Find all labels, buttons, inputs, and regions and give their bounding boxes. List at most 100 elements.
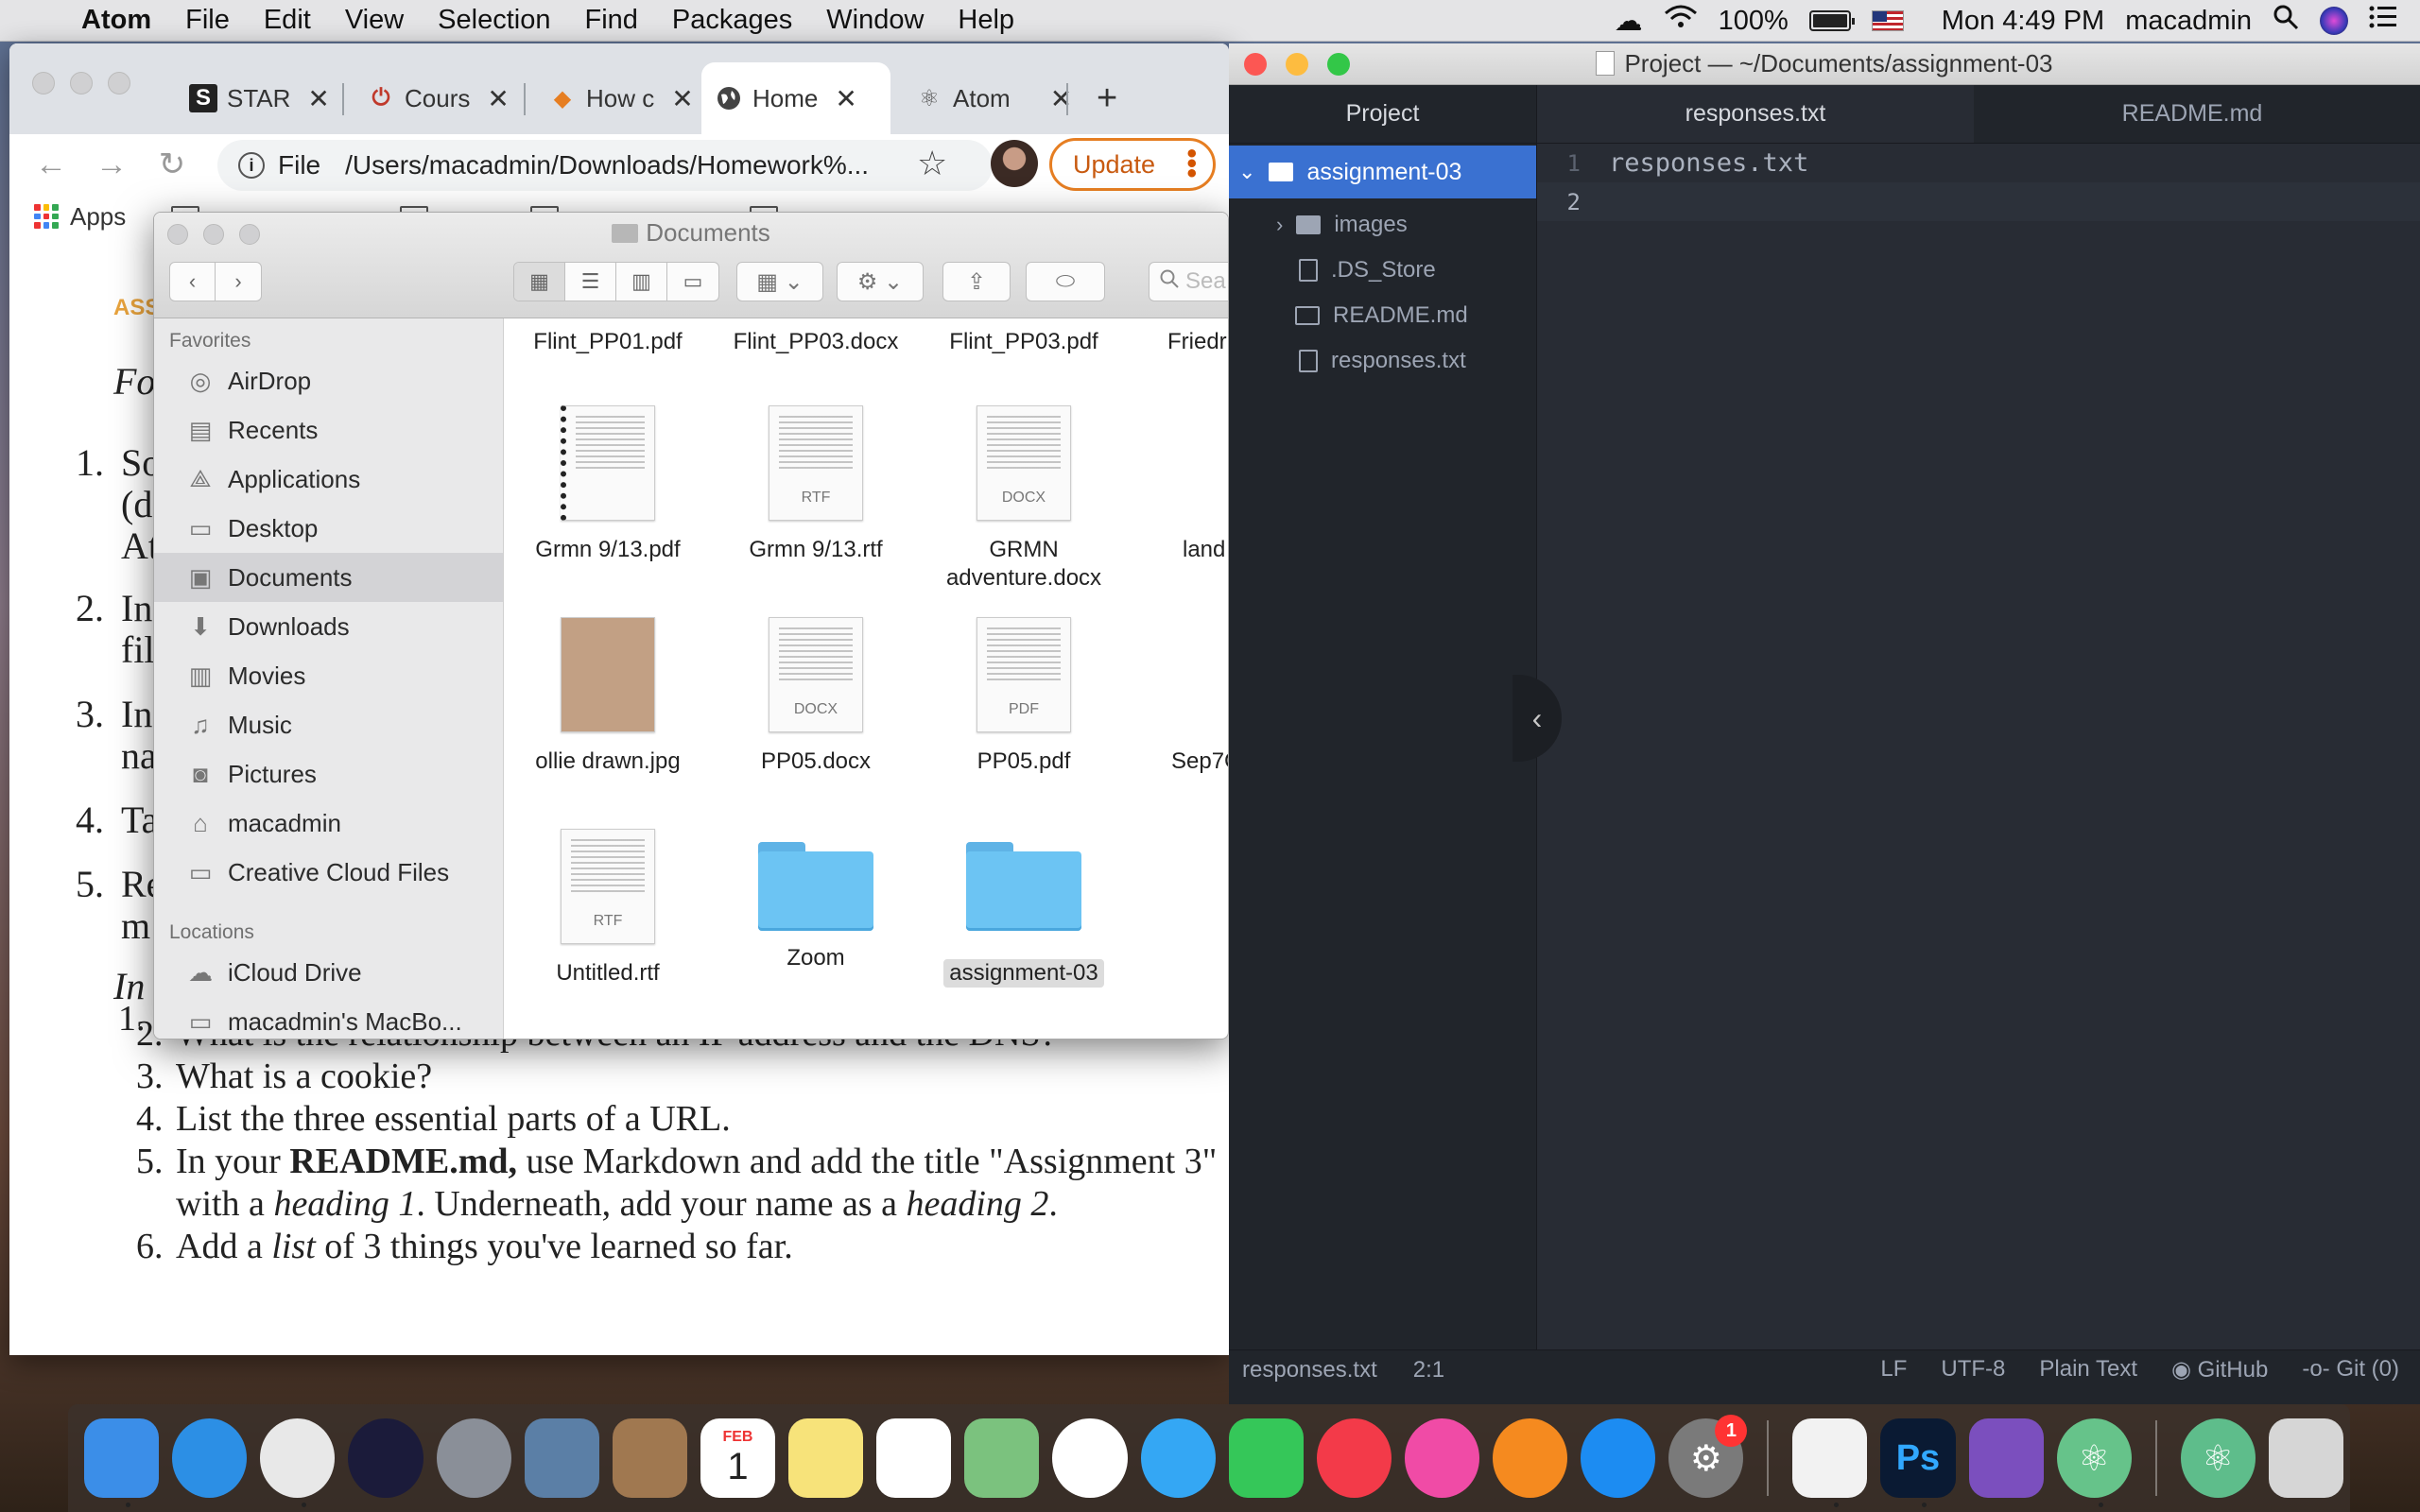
folder-item-selected[interactable]: assignment-03 bbox=[920, 819, 1128, 988]
tab-star[interactable]: S STAR ✕ bbox=[176, 62, 343, 134]
dock-reminders-icon[interactable] bbox=[876, 1418, 952, 1498]
file-item[interactable]: RTF Untitled.rtf bbox=[504, 829, 712, 988]
clock[interactable]: Mon 4:49 PM bbox=[1942, 6, 2104, 37]
line-text[interactable]: responses.txt bbox=[1581, 148, 1808, 178]
dock-contacts-icon[interactable] bbox=[612, 1418, 687, 1498]
update-button[interactable]: Update ••• bbox=[1049, 138, 1216, 191]
dock-notes-icon[interactable] bbox=[788, 1418, 864, 1498]
group-by-button[interactable]: ▦ ⌄ bbox=[736, 262, 823, 301]
file-item[interactable]: ollie drawn.jpg bbox=[504, 617, 712, 776]
file-item[interactable]: Flint_PP01.pdf bbox=[504, 328, 712, 356]
sidebar-item-creative-cloud[interactable]: ▭ Creative Cloud Files bbox=[154, 848, 503, 897]
file-item[interactable]: Friedri bbox=[1128, 328, 1228, 356]
back-chevron-icon[interactable]: ‹ bbox=[170, 263, 216, 301]
code-area[interactable]: 1 responses.txt 2 bbox=[1537, 144, 2420, 221]
dock-books-icon[interactable] bbox=[1493, 1418, 1568, 1498]
sidebar-item-macbook[interactable]: ▭ macadmin's MacBo... bbox=[154, 997, 503, 1039]
sidebar-item-downloads[interactable]: ⬇ Downloads bbox=[154, 602, 503, 651]
tab-atom[interactable]: ⚛ Atom ✕ bbox=[902, 62, 1085, 134]
battery-percent[interactable]: 100% bbox=[1719, 6, 1789, 37]
dock-atom-icon[interactable]: ⚛ bbox=[2056, 1418, 2132, 1507]
siri-icon[interactable] bbox=[2320, 7, 2348, 35]
sidebar-item-icloud-drive[interactable]: ☁ iCloud Drive bbox=[154, 948, 503, 997]
menu-help[interactable]: Help bbox=[941, 5, 1031, 36]
tree-item-ds-store[interactable]: .DS_Store bbox=[1229, 248, 1536, 293]
chevron-right-icon[interactable]: › bbox=[1276, 213, 1283, 237]
close-tab-icon[interactable]: ✕ bbox=[487, 83, 509, 114]
sidebar-item-airdrop[interactable]: ◎ AirDrop bbox=[154, 356, 503, 405]
tab-how[interactable]: ◆ How c ✕ bbox=[535, 62, 707, 134]
wifi-icon[interactable] bbox=[1664, 4, 1698, 38]
file-item[interactable]: Grmn 9/13.pdf bbox=[504, 405, 712, 564]
sidebar-item-recents[interactable]: ▤ Recents bbox=[154, 405, 503, 455]
tab-readme-md[interactable]: README.md bbox=[1974, 85, 2411, 143]
file-item[interactable]: land bbox=[1128, 405, 1228, 564]
dock-launchpad-icon[interactable] bbox=[436, 1418, 511, 1498]
sidebar-item-desktop[interactable]: ▭ Desktop bbox=[154, 504, 503, 553]
dock-trash-icon[interactable] bbox=[2268, 1418, 2343, 1498]
dock-atom2-icon[interactable]: ⚛ bbox=[2180, 1418, 2256, 1498]
file-item[interactable]: DOCX GRMN adventure.docx bbox=[920, 405, 1128, 593]
profile-avatar[interactable] bbox=[991, 140, 1038, 187]
dock-textedit-icon[interactable] bbox=[1792, 1418, 1868, 1507]
apps-bookmark[interactable]: Apps bbox=[70, 202, 126, 232]
dock-photos-icon[interactable] bbox=[1052, 1418, 1128, 1498]
gallery-view-icon[interactable]: ▭ bbox=[667, 263, 718, 301]
creative-cloud-icon[interactable]: ☁ bbox=[1615, 5, 1643, 38]
close-tab-icon[interactable]: ✕ bbox=[835, 83, 856, 114]
zoom-window-button[interactable] bbox=[108, 72, 130, 94]
bookmark-star-icon[interactable]: ☆ bbox=[917, 144, 947, 183]
dock-visual-studio-icon[interactable] bbox=[1968, 1418, 2044, 1498]
forward-chevron-icon[interactable]: › bbox=[216, 263, 261, 301]
dock-photoshop-icon[interactable]: Ps bbox=[1880, 1418, 1956, 1507]
menu-file[interactable]: File bbox=[168, 5, 247, 36]
folder-item[interactable]: Zoom bbox=[712, 829, 920, 972]
sidebar-item-music[interactable]: ♫ Music bbox=[154, 700, 503, 749]
sidebar-item-macadmin[interactable]: ⌂ macadmin bbox=[154, 799, 503, 848]
tree-item-readme[interactable]: README.md bbox=[1229, 293, 1536, 338]
sidebar-item-documents[interactable]: ▣ Documents bbox=[154, 553, 503, 602]
file-item[interactable]: Flint_PP03.docx bbox=[712, 328, 920, 356]
status-github[interactable]: ◉ GitHub bbox=[2171, 1356, 2268, 1383]
tree-item-images[interactable]: › images bbox=[1229, 202, 1536, 248]
tree-item-responses[interactable]: responses.txt bbox=[1229, 338, 1536, 384]
tab-courses[interactable]: ⏻ Cours ✕ bbox=[354, 62, 523, 134]
input-source-flag-icon[interactable] bbox=[1871, 10, 1904, 31]
dock-maps-icon[interactable] bbox=[964, 1418, 1040, 1498]
menu-packages[interactable]: Packages bbox=[655, 5, 809, 36]
menu-view[interactable]: View bbox=[328, 5, 421, 36]
dock-finder-icon[interactable] bbox=[84, 1418, 160, 1507]
status-grammar[interactable]: Plain Text bbox=[2039, 1356, 2137, 1383]
menu-edit[interactable]: Edit bbox=[247, 5, 328, 36]
chevron-down-icon[interactable]: ⌄ bbox=[1238, 160, 1255, 184]
back-arrow-icon[interactable]: ← bbox=[21, 146, 81, 183]
minimize-window-button[interactable] bbox=[70, 72, 93, 94]
status-line-ending[interactable]: LF bbox=[1880, 1356, 1907, 1383]
file-item[interactable]: RTF Grmn 9/13.rtf bbox=[712, 405, 920, 564]
spotlight-search-icon[interactable] bbox=[2273, 4, 2299, 38]
dock-calendar-icon[interactable]: FEB 1 bbox=[700, 1418, 775, 1498]
forward-arrow-icon[interactable]: → bbox=[81, 146, 142, 183]
close-window-button[interactable] bbox=[32, 72, 55, 94]
dock-news-icon[interactable] bbox=[1316, 1418, 1392, 1498]
menu-selection[interactable]: Selection bbox=[421, 5, 567, 36]
tab-home[interactable]: Home ✕ bbox=[701, 62, 890, 134]
dock-system-preferences-icon[interactable]: ⚙ 1 bbox=[1668, 1415, 1748, 1498]
menu-find[interactable]: Find bbox=[567, 5, 654, 36]
status-cursor-position[interactable]: 2:1 bbox=[1413, 1357, 1444, 1383]
tab-responses-txt[interactable]: responses.txt bbox=[1537, 85, 1974, 143]
sidebar-item-pictures[interactable]: ◙ Pictures bbox=[154, 749, 503, 799]
list-view-icon[interactable]: ☰ bbox=[565, 263, 616, 301]
more-menu-icon[interactable]: ••• bbox=[1176, 148, 1207, 179]
reload-icon[interactable]: ↻ bbox=[142, 146, 202, 183]
column-view-icon[interactable]: ▥ bbox=[616, 263, 667, 301]
file-item[interactable]: PDF PP05.pdf bbox=[920, 617, 1128, 776]
dock-messages-icon[interactable] bbox=[1140, 1418, 1216, 1498]
code-line[interactable]: 1 responses.txt bbox=[1537, 144, 2420, 182]
url-text[interactable]: /Users/macadmin/Downloads/Homework%... bbox=[345, 150, 903, 180]
icon-view-icon[interactable]: ▦ bbox=[514, 263, 565, 301]
dock-itunes-icon[interactable] bbox=[1404, 1418, 1479, 1498]
share-button[interactable]: ⇪ bbox=[942, 262, 1011, 301]
user-menu[interactable]: macadmin bbox=[2125, 6, 2252, 37]
status-encoding[interactable]: UTF-8 bbox=[1941, 1356, 2005, 1383]
